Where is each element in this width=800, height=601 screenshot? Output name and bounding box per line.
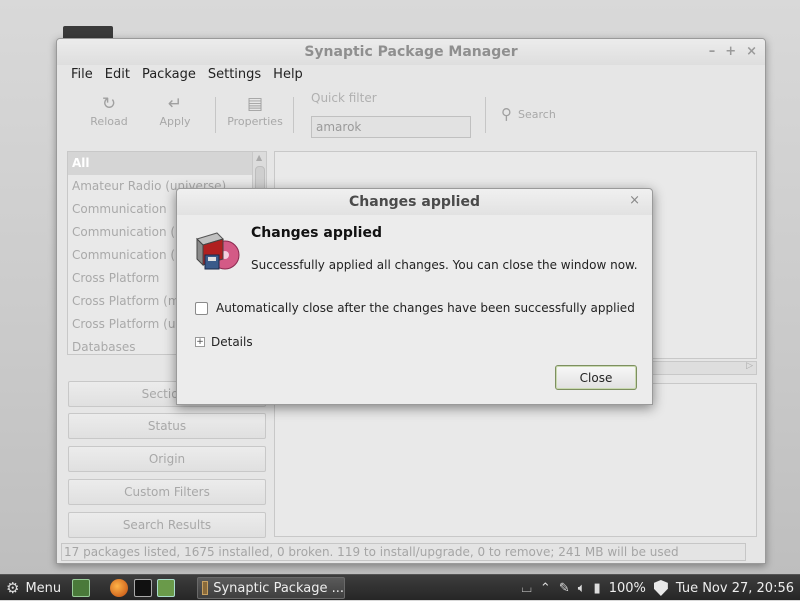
properties-icon: ▤: [246, 94, 264, 114]
menu-package[interactable]: Package: [136, 65, 202, 87]
status-button[interactable]: Status: [68, 413, 266, 439]
properties-button[interactable]: ▤ Properties: [225, 93, 285, 128]
expander-plus-icon[interactable]: +: [195, 337, 205, 347]
quick-filter-label: Quick filter: [311, 91, 377, 105]
close-button[interactable]: Close: [555, 365, 637, 390]
battery-percentage: 100%: [608, 580, 646, 596]
dialog-title: Changes applied: [349, 194, 480, 210]
folder-icon[interactable]: [157, 579, 175, 597]
menu-help[interactable]: Help: [267, 65, 309, 87]
minimize-button[interactable]: –: [709, 39, 716, 65]
taskbar-window-synaptic[interactable]: Synaptic Package ...: [197, 577, 345, 599]
search-icon: ⚲: [501, 105, 512, 123]
reload-button[interactable]: ↻ Reload: [79, 93, 139, 128]
package-icon: [196, 232, 240, 270]
package-description-pane: [274, 383, 757, 537]
dialog-close-icon[interactable]: ×: [629, 193, 640, 208]
toolbar: ↻ Reload ↵ Apply ▤ Properties Quick filt…: [57, 87, 765, 143]
window-close-button[interactable]: ×: [746, 39, 757, 65]
category-item-all[interactable]: All: [68, 152, 266, 175]
menu-label: Menu: [25, 580, 62, 596]
menu-file[interactable]: File: [65, 65, 99, 87]
dialog-titlebar[interactable]: Changes applied: [177, 189, 652, 215]
keyboard-icon[interactable]: ⌴: [522, 581, 532, 596]
clock[interactable]: Tue Nov 27, 20:56: [676, 581, 794, 596]
window-controls: – + ×: [709, 39, 757, 65]
auto-close-checkbox[interactable]: [195, 301, 208, 315]
reload-label: Reload: [90, 115, 128, 128]
auto-close-option[interactable]: Automatically close after the changes ha…: [195, 301, 635, 315]
apply-button[interactable]: ↵ Apply: [145, 93, 205, 128]
menu-edit[interactable]: Edit: [99, 65, 136, 87]
custom-filters-button[interactable]: Custom Filters: [68, 479, 266, 505]
start-menu-button[interactable]: ⚙ Menu: [6, 575, 61, 601]
origin-button[interactable]: Origin: [68, 446, 266, 472]
dialog-message: Successfully applied all changes. You ca…: [251, 258, 638, 272]
search-button[interactable]: ⚲ Search: [501, 105, 556, 123]
terminal-icon[interactable]: [134, 579, 152, 597]
volume-icon[interactable]: 🔈︎: [578, 581, 586, 596]
synaptic-task-icon: [202, 581, 209, 595]
apply-label: Apply: [159, 115, 191, 128]
details-expander[interactable]: + Details: [195, 335, 253, 349]
shield-icon[interactable]: [653, 580, 668, 596]
menubar: File Edit Package Settings Help: [57, 65, 765, 87]
firefox-icon[interactable]: [110, 579, 128, 597]
scroll-right-arrow-icon[interactable]: ▷: [746, 361, 753, 371]
scroll-up-arrow-icon[interactable]: ▲: [256, 153, 262, 162]
apply-icon: ↵: [167, 94, 183, 114]
details-label[interactable]: Details: [211, 335, 253, 349]
gear-icon: ⚙: [6, 579, 20, 597]
desktop: Synaptic Package Manager – + × File Edit…: [0, 0, 800, 574]
window-title: Synaptic Package Manager: [304, 44, 518, 60]
toolbar-separator: [215, 97, 216, 133]
search-label: Search: [518, 107, 556, 121]
changes-applied-dialog: Changes applied × Changes applied Succes…: [176, 188, 653, 405]
window-titlebar[interactable]: Synaptic Package Manager – + ×: [57, 39, 765, 65]
quick-filter-input[interactable]: [311, 116, 471, 138]
reload-icon: ↻: [101, 94, 117, 114]
toolbar-separator: [485, 97, 486, 133]
task-label: Synaptic Package ...: [213, 580, 344, 596]
search-results-button[interactable]: Search Results: [68, 512, 266, 538]
toolbar-separator: [293, 97, 294, 133]
properties-label: Properties: [227, 115, 283, 128]
auto-close-label[interactable]: Automatically close after the changes ha…: [216, 301, 635, 315]
battery-icon[interactable]: ▮: [594, 581, 601, 596]
status-bar: 17 packages listed, 1675 installed, 0 br…: [61, 543, 746, 561]
network-icon[interactable]: ✎: [559, 581, 570, 596]
dialog-heading: Changes applied: [251, 225, 382, 241]
menu-settings[interactable]: Settings: [202, 65, 267, 87]
maximize-button[interactable]: +: [725, 39, 736, 65]
system-tray: ⌴ ⌃ ✎ 🔈︎ ▮ 100% Tue Nov 27, 20:56: [522, 575, 794, 601]
show-desktop-icon[interactable]: [72, 579, 90, 597]
taskbar: ⚙ Menu Synaptic Package ... ⌴ ⌃ ✎ 🔈︎ ▮ 1…: [0, 574, 800, 600]
up-arrow-icon[interactable]: ⌃: [540, 581, 551, 596]
